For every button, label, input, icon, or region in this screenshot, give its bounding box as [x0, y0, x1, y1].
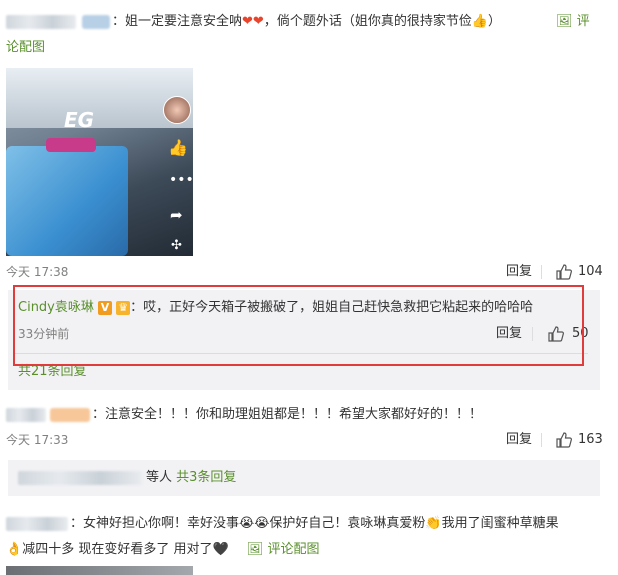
comment-pic-link-cont[interactable]: 论配图	[6, 38, 45, 58]
comment-2-text: ：注意安全！！！你和助理姐姐都是！！！希望大家都好好的！！！	[92, 407, 483, 422]
commenter-name[interactable]	[6, 15, 76, 29]
thumbs-up-icon	[556, 432, 572, 448]
comment-2-time: 今天 17:33	[6, 433, 69, 447]
comment-1: ：姐一定要注意安全呐❤❤，倘个题外话（姐你真的很持家节俭👍） 🖼 评 论配图 E…	[0, 0, 618, 290]
heart-emoji: ❤❤	[242, 14, 264, 29]
like-button[interactable]	[556, 264, 572, 280]
suitcase	[6, 146, 128, 256]
comment-time: 今天 17:38	[6, 265, 69, 279]
comment-3-image-preview[interactable]	[6, 566, 193, 575]
comment-pic-link[interactable]: 🖼 评	[556, 12, 590, 32]
comment-3-pic-link[interactable]: 🖼 评论配图	[247, 542, 320, 557]
comment-2-like-count: 163	[578, 432, 603, 447]
like-icon[interactable]: 👍	[168, 138, 188, 157]
emoji: 👌	[6, 542, 23, 557]
emoji: 👏	[425, 516, 442, 531]
like-count: 104	[578, 264, 603, 279]
comment-3-text-line2: 👌减四十多 现在变好看多了 用对了🖤 🖼 评论配图	[6, 542, 320, 557]
network-icon[interactable]: ✣	[171, 238, 182, 253]
reply-summary-text: 等人 共3条回复	[146, 470, 237, 485]
commenter-name[interactable]	[6, 517, 68, 531]
thumbs-up-emoji: 👍	[471, 14, 489, 29]
separator	[541, 265, 542, 279]
commenter-name[interactable]	[6, 408, 46, 422]
comment-2-like-button[interactable]	[556, 432, 572, 448]
image-icon: 🖼	[556, 14, 573, 29]
avatar[interactable]	[163, 96, 191, 124]
replier-names	[18, 471, 142, 485]
comment-3-text: ：女神好担心你啊！幸好没事😭😭保护好自己！袁咏琳真爱粉👏我用了闺蜜种草糖果	[70, 516, 559, 531]
reply-count-link[interactable]: 共3条回复	[176, 470, 236, 485]
image-icon: 🖼	[246, 542, 264, 557]
thumbs-up-icon	[556, 264, 572, 280]
highlight-box	[13, 285, 584, 366]
comment-image[interactable]: EG 👍 ••• ➦ ✣	[6, 68, 193, 256]
share-icon[interactable]: ➦	[170, 206, 183, 224]
comment-2-reply-button[interactable]: 回复	[506, 430, 532, 450]
comment-text: ：姐一定要注意安全呐❤❤，倘个题外话（姐你真的很持家节俭👍）	[112, 14, 502, 29]
crying-emoji: 😭😭	[239, 516, 270, 531]
image-overlay-text: EG	[64, 108, 95, 132]
user-badge	[50, 408, 90, 422]
comment-icon[interactable]: •••	[169, 172, 193, 188]
reply-button[interactable]: 回复	[506, 262, 532, 282]
heart-emoji: 🖤	[212, 542, 229, 557]
suitcase-handle	[46, 138, 96, 152]
separator	[541, 433, 542, 447]
user-badge	[82, 15, 110, 29]
